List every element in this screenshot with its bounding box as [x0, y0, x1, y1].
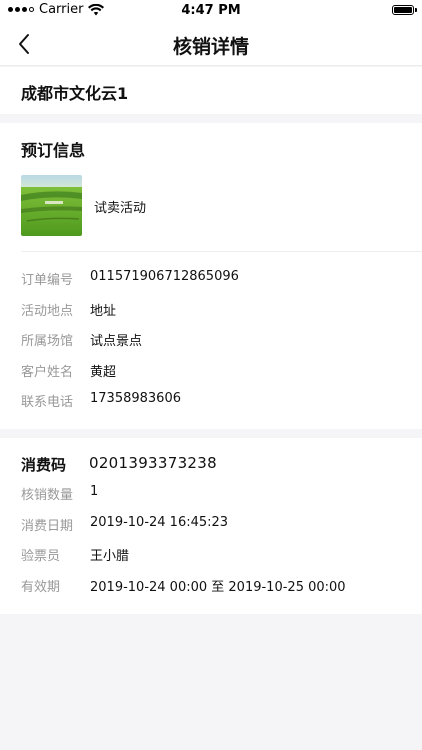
- info-label: 有效期: [21, 580, 61, 595]
- info-label: 核销数量: [21, 488, 74, 503]
- validity-value: 2019-10-24 00:00 至 2019-10-25 00:00: [90, 580, 346, 595]
- battery-cap: [415, 8, 417, 12]
- consume-date-value: 2019-10-24 16:45:23: [90, 515, 229, 530]
- info-label: 订单编号: [21, 273, 74, 288]
- org-section: 成都市文化云1: [0, 67, 422, 114]
- info-label: 客户姓名: [21, 365, 74, 380]
- location-value: 地址: [90, 304, 117, 319]
- booking-section-title: 预订信息: [21, 141, 86, 160]
- battery-icon: [392, 5, 414, 15]
- divider: [21, 251, 422, 252]
- info-row-customer-name: 客户姓名 黄超: [21, 361, 411, 381]
- info-label: 活动地点: [21, 304, 74, 319]
- info-row-order-number: 订单编号 011571906712865096: [21, 269, 411, 289]
- info-label: 验票员: [21, 549, 61, 564]
- info-row-phone: 联系电话 17358983606: [21, 391, 411, 411]
- info-row-validity: 有效期 2019-10-24 00:00 至 2019-10-25 00:00: [21, 576, 411, 596]
- redeem-count-value: 1: [90, 484, 99, 499]
- consume-info-section: 消费码 0201393373238 核销数量 1 消费日期 2019-10-24…: [0, 438, 422, 614]
- status-time: 4:47 PM: [181, 3, 241, 18]
- info-row-consume-date: 消费日期 2019-10-24 16:45:23: [21, 515, 411, 535]
- activity-name: 试卖活动: [94, 201, 147, 216]
- booking-info-section: 预订信息 试卖活动 订单编号 011571906712865096 活动地点 地…: [0, 123, 422, 429]
- activity-image: [21, 175, 82, 236]
- info-label: 消费日期: [21, 519, 74, 534]
- customer-name-value: 黄超: [90, 365, 117, 380]
- venue-value: 试点景点: [90, 334, 143, 349]
- consume-code-label: 消费码: [21, 456, 67, 474]
- order-number-value: 011571906712865096: [90, 269, 239, 284]
- org-name: 成都市文化云1: [21, 84, 129, 103]
- info-row-venue: 所属场馆 试点景点: [21, 330, 411, 350]
- status-bar: Carrier 4:47 PM: [0, 0, 422, 22]
- navigation-bar: 核销详情: [0, 22, 422, 66]
- activity-thumbnail: [21, 175, 82, 236]
- info-row-inspector: 验票员 王小腊: [21, 545, 411, 565]
- info-row-redeem-count: 核销数量 1: [21, 484, 411, 504]
- info-row-location: 活动地点 地址: [21, 300, 411, 320]
- consume-code-value: 0201393373238: [89, 454, 217, 472]
- inspector-value: 王小腊: [90, 549, 130, 564]
- info-label: 联系电话: [21, 395, 74, 410]
- info-label: 所属场馆: [21, 334, 74, 349]
- phone-value[interactable]: 17358983606: [90, 391, 181, 406]
- page-title: 核销详情: [172, 36, 249, 58]
